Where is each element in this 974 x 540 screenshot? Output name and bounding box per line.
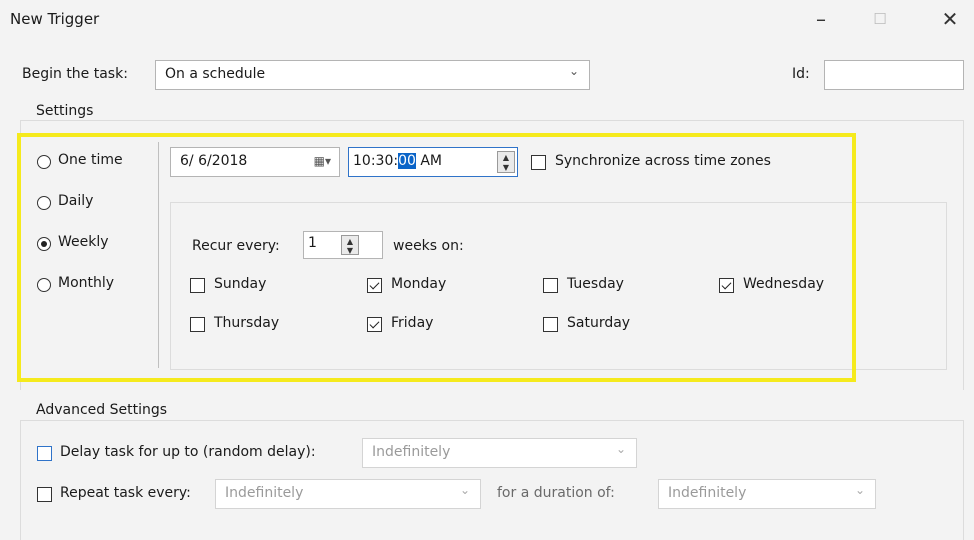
window-title: New Trigger	[10, 10, 100, 28]
duration-label: for a duration of:	[497, 485, 615, 501]
chevron-down-icon: ⌄	[459, 483, 470, 497]
duration-combo[interactable]: Indefinitely ⌄	[658, 479, 876, 509]
highlight-annotation	[17, 133, 856, 382]
repeat-combo[interactable]: Indefinitely ⌄	[215, 479, 481, 509]
settings-title: Settings	[32, 103, 98, 119]
delay-label: Delay task for up to (random delay):	[60, 444, 316, 460]
maximize-button[interactable]: ☐	[865, 6, 895, 32]
id-input[interactable]	[824, 60, 964, 90]
minimize-button[interactable]: –	[806, 6, 836, 32]
begin-task-combo[interactable]: On a schedule ⌄	[155, 60, 590, 90]
repeat-checkbox[interactable]	[37, 487, 52, 502]
advanced-title: Advanced Settings	[32, 402, 172, 418]
id-label: Id:	[792, 66, 810, 82]
delay-checkbox[interactable]	[37, 446, 52, 461]
chevron-down-icon: ⌄	[568, 64, 579, 78]
close-button[interactable]: ✕	[935, 6, 965, 32]
begin-task-value: On a schedule	[165, 66, 266, 82]
delay-combo[interactable]: Indefinitely ⌄	[362, 438, 637, 468]
repeat-label: Repeat task every:	[60, 485, 191, 501]
chevron-down-icon: ⌄	[615, 442, 626, 456]
chevron-down-icon: ⌄	[854, 483, 865, 497]
begin-task-label: Begin the task:	[22, 66, 128, 82]
